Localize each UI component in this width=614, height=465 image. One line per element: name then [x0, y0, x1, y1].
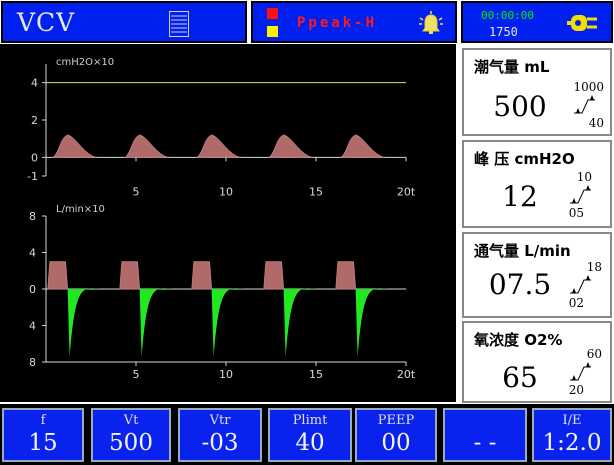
button-label: Plimt: [292, 413, 328, 428]
flow-x-tick-label: 15: [309, 368, 323, 381]
alarm-limit-icon: [570, 275, 591, 294]
panel-high-limit: 60: [586, 347, 602, 361]
panel-high-limit: 10: [576, 170, 592, 184]
pressure-breath: [195, 134, 241, 158]
flow-x-tick-label: 10: [219, 368, 233, 381]
pressure-chart: cmH2O×10 4 2 0 -1 5 10 15 20t: [27, 57, 416, 198]
menu-lines-icon[interactable]: [169, 11, 189, 37]
button-value: 15: [28, 430, 58, 456]
button-value: 500: [109, 430, 153, 456]
pressure-y-tick-label: -1: [27, 170, 38, 183]
panel-peak-pressure[interactable]: 峰 压 cmH2O 12 10 05: [462, 140, 612, 228]
button-label: f: [40, 413, 46, 428]
panel-value: 07.5: [488, 268, 552, 301]
alarm-limit-icon: [570, 185, 591, 204]
pressure-x-tick-label: 5: [133, 185, 140, 198]
medium-alarm-indicator: [267, 26, 278, 37]
flow-expiration: [211, 288, 246, 358]
button-value: - -: [473, 430, 497, 456]
flow-expiration: [283, 288, 318, 358]
pressure-limit-button[interactable]: Plimt 40: [268, 408, 352, 462]
button-value: 1:2.0: [542, 430, 602, 456]
flow-expiration: [67, 288, 102, 358]
pressure-x-tick-label: 15: [309, 185, 323, 198]
flow-expiration: [139, 288, 174, 358]
flow-x-tick-label: 5: [133, 368, 140, 381]
rate-button[interactable]: f 15: [2, 408, 84, 462]
panel-title: 通气量 L/min: [474, 242, 571, 260]
panel-value: 500: [493, 90, 547, 123]
tidal-volume-button[interactable]: Vt 500: [91, 408, 171, 462]
flow-y-tick-label: 8: [29, 210, 36, 223]
panel-low-limit: 40: [588, 116, 604, 130]
flow-inspiration: [191, 261, 213, 290]
pressure-y-tick-label: 2: [31, 114, 38, 127]
alarm-message: Ppeak-H: [297, 15, 378, 31]
pressure-x-tick-label: 20t: [397, 185, 416, 198]
panel-title: 潮气量 mL: [474, 58, 550, 76]
flow-y-tick-label: 4: [29, 320, 36, 333]
pressure-x-tick-label: 10: [219, 185, 233, 198]
panel-low-limit: 05: [568, 206, 584, 220]
flow-y-tick-label: 8: [29, 356, 36, 369]
pressure-axis-label: cmH2O×10: [56, 57, 114, 68]
button-value: 00: [381, 430, 411, 456]
flow-expiration: [355, 288, 390, 358]
panel-title: 氧浓度 O2%: [474, 331, 563, 349]
pressure-breath: [123, 134, 169, 158]
waveform-svg: cmH2O×10 4 2 0 -1 5 10 15 20t L/min×10 8 4 0 4 8 5 10…: [27, 57, 416, 381]
alarm-limit-icon: [574, 95, 595, 114]
waveform-area: cmH2O×10 4 2 0 -1 5 10 15 20t L/min×10 8 4 0 4 8 5 10…: [0, 44, 456, 402]
trigger-button[interactable]: Vtr -03: [178, 408, 262, 462]
pressure-breath: [339, 134, 385, 158]
panel-value: 65: [502, 361, 538, 394]
panel-low-limit: 02: [568, 296, 584, 310]
panel-minute-volume[interactable]: 通气量 L/min 07.5 18 02: [462, 232, 612, 318]
run-counter: 1750: [489, 25, 518, 39]
ie-ratio-button[interactable]: I/E 1:2.0: [532, 408, 612, 462]
panel-value: 12: [502, 180, 538, 213]
elapsed-time: 00:00:00: [481, 9, 534, 22]
ventilation-mode-label: VCV: [17, 8, 76, 37]
flow-inspiration: [119, 261, 141, 290]
power-plug-icon: [567, 12, 603, 34]
flow-inspiration: [263, 261, 285, 290]
panel-high-limit: 1000: [573, 80, 604, 94]
panel-high-limit: 18: [586, 260, 602, 274]
empty-setting-button[interactable]: - -: [443, 408, 527, 462]
flow-inspiration: [47, 261, 69, 290]
status-panel: 00:00:00 1750: [461, 1, 613, 43]
button-label: Vtr: [209, 413, 231, 428]
panel-oxygen[interactable]: 氧浓度 O2% 65 60 20: [462, 321, 612, 403]
pressure-y-tick-label: 0: [31, 151, 38, 164]
flow-inspiration: [335, 261, 357, 290]
alarm-banner[interactable]: Ppeak-H: [251, 1, 457, 43]
flow-y-tick-label: 0: [29, 283, 36, 296]
button-label: Vt: [123, 413, 139, 428]
panel-tidal-volume[interactable]: 潮气量 mL 500 1000 40: [462, 48, 612, 136]
high-alarm-indicator: [267, 8, 278, 19]
button-label: I/E: [562, 413, 582, 428]
button-label: PEEP: [377, 413, 415, 428]
peep-button[interactable]: PEEP 00: [355, 408, 437, 462]
pressure-breath: [51, 134, 97, 158]
alarm-limit-icon: [570, 362, 591, 381]
pressure-breath: [267, 134, 313, 158]
panel-title: 峰 压 cmH2O: [474, 150, 575, 168]
flow-y-tick-label: 4: [29, 247, 36, 260]
button-value: -03: [201, 430, 239, 456]
flow-x-tick-label: 20t: [397, 368, 416, 381]
alarm-bell-icon[interactable]: [417, 10, 445, 38]
flow-chart: L/min×10 8 4 0 4 8 5 10 15 20t: [29, 204, 416, 381]
button-value: 40: [295, 430, 325, 456]
panel-low-limit: 20: [568, 383, 584, 397]
mode-display[interactable]: VCV: [1, 1, 247, 43]
pressure-y-tick-label: 4: [31, 77, 38, 90]
flow-axis-label: L/min×10: [56, 204, 105, 215]
